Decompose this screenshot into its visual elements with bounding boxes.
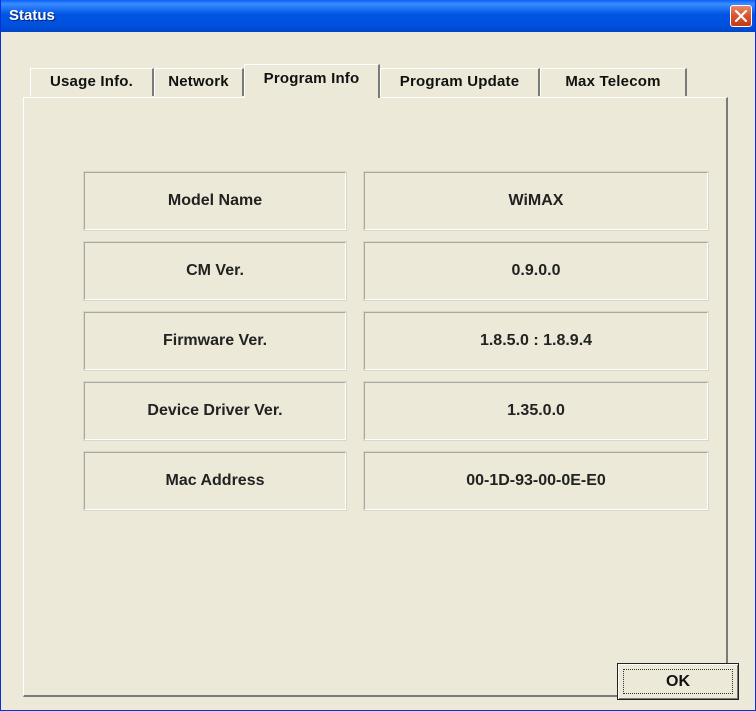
tab-label: Program Info [263, 70, 360, 87]
program-info-panel: Model Name WiMAX CM Ver. 0.9.0.0 Firmwar… [23, 97, 728, 697]
cm-version-label: CM Ver. [83, 241, 347, 301]
tab-label: Usage Info. [49, 73, 134, 90]
close-icon [735, 10, 747, 22]
window-title: Status [9, 7, 55, 24]
tab-label: Program Update [399, 73, 520, 90]
cm-version-value: 0.9.0.0 [363, 241, 709, 301]
tab-program-update[interactable]: Program Update [380, 68, 540, 96]
firmware-version-label: Firmware Ver. [83, 311, 347, 371]
status-dialog: Status Usage Info. Network Program Info … [0, 0, 756, 711]
device-driver-version-label: Device Driver Ver. [83, 381, 347, 441]
tab-max-telecom[interactable]: Max Telecom [540, 68, 687, 96]
firmware-version-value: 1.8.5.0 : 1.8.9.4 [363, 311, 709, 371]
close-button[interactable] [730, 5, 752, 27]
model-name-value: WiMAX [363, 171, 709, 231]
mac-address-label: Mac Address [83, 451, 347, 511]
tab-usage-info[interactable]: Usage Info. [30, 68, 154, 96]
device-driver-version-value: 1.35.0.0 [363, 381, 709, 441]
title-bar[interactable]: Status [1, 0, 755, 32]
mac-address-value: 00-1D-93-00-0E-E0 [363, 451, 709, 511]
tab-label: Network [168, 73, 229, 90]
tab-program-info[interactable]: Program Info [244, 64, 380, 98]
ok-button-label: OK [666, 672, 690, 690]
model-name-label: Model Name [83, 171, 347, 231]
tab-label: Max Telecom [565, 73, 661, 90]
tab-network[interactable]: Network [154, 68, 244, 96]
ok-button[interactable]: OK [617, 663, 739, 700]
